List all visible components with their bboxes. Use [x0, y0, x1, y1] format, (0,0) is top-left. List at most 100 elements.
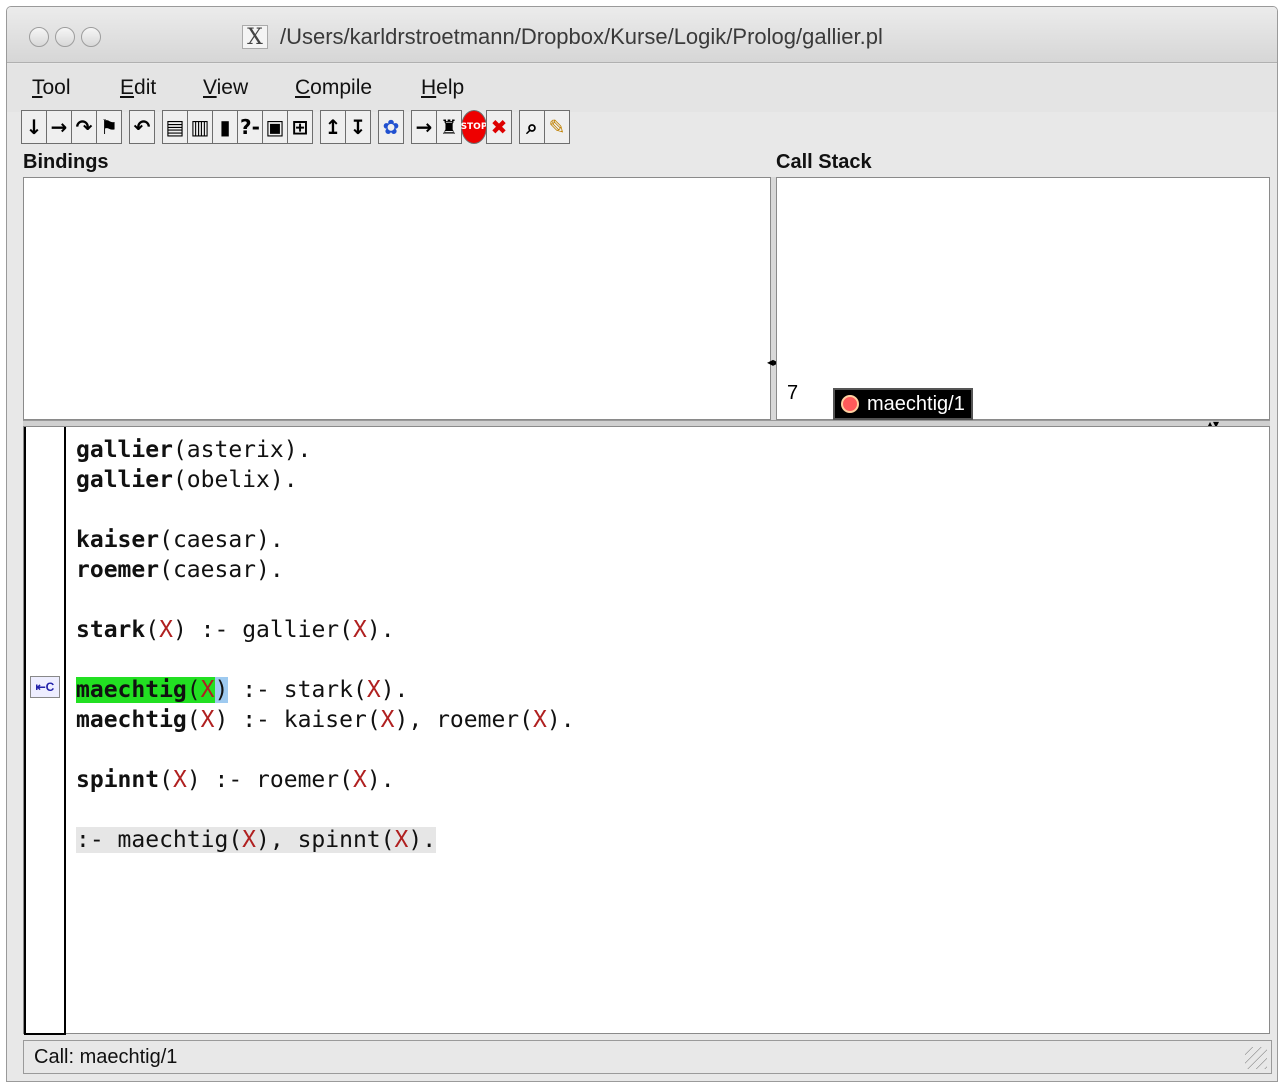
butterfly-icon: ✿	[382, 115, 400, 139]
code-token: (	[159, 767, 173, 793]
code-token: maechtig	[76, 677, 187, 703]
call-stack-frame-label: maechtig/1	[867, 392, 965, 415]
step-into-button[interactable]: ↓	[21, 110, 47, 144]
code-line[interactable]: spinnt(X) :- roemer(X).	[76, 765, 395, 795]
code-token: X	[200, 707, 215, 733]
leap-icon: →	[415, 115, 433, 139]
edit-icon: ▤	[165, 115, 185, 139]
frame-icon: ⊞	[291, 115, 309, 139]
undo-icon: ↶	[133, 115, 151, 139]
window-title: X /Users/karldrstroetmann/Dropbox/Kurse/…	[242, 24, 883, 50]
step-into-icon: ↓	[25, 115, 43, 139]
console-button[interactable]: ▣	[262, 110, 288, 144]
toolbar-group: ⌕ ✎	[519, 110, 570, 146]
code-token: X	[533, 707, 547, 733]
abort-button[interactable]: ✖	[486, 110, 512, 144]
menu-edit[interactable]: Edit	[120, 76, 156, 100]
stop-icon: STOP	[460, 122, 488, 132]
x11-icon: X	[242, 25, 268, 50]
code-token: ).	[546, 707, 575, 733]
console-icon: ▣	[265, 115, 285, 139]
menu-tool[interactable]: Tool	[32, 76, 71, 100]
breakpoint-button[interactable]: ▥	[187, 110, 213, 144]
code-line[interactable]: maechtig(X) :- kaiser(X), roemer(X).	[76, 705, 575, 735]
code-line[interactable]: stark(X) :- gallier(X).	[76, 615, 395, 645]
toolbar: ↓ → ↷ ⚑ ↶ ▤ ▥ ▮ ?- ▣ ⊞ ↥ ↧ ✿ → ♜ STOP ✖ ⌕ ✎	[21, 110, 577, 146]
code-token: (asterix).	[172, 437, 312, 463]
code-token: X	[380, 707, 395, 733]
code-token: X	[394, 827, 409, 853]
pause-button[interactable]: ▮	[212, 110, 238, 144]
edit-button[interactable]: ▤	[162, 110, 188, 144]
pencil-icon: ✎	[548, 115, 566, 139]
code-token: X	[352, 617, 367, 643]
call-stack-pane[interactable]: 7 maechtig/1	[776, 177, 1270, 420]
search-icon: ⌕	[526, 115, 538, 139]
code-token: X	[352, 767, 367, 793]
code-line[interactable]: gallier(asterix).	[76, 435, 311, 465]
bindings-label: Bindings	[23, 151, 109, 173]
leap-button[interactable]: →	[411, 110, 437, 144]
call-stack-frame[interactable]: maechtig/1	[833, 388, 973, 420]
up-icon: ↥	[324, 115, 342, 139]
spy-button[interactable]: ♜	[436, 110, 462, 144]
title-bar: X /Users/karldrstroetmann/Dropbox/Kurse/…	[7, 7, 1277, 63]
skip-icon: →	[50, 115, 68, 139]
code-token: (	[145, 617, 160, 643]
toolbar-group: → ♜ STOP ✖	[411, 110, 512, 146]
pencil-button[interactable]: ✎	[544, 110, 570, 144]
code-line[interactable]: :- maechtig(X), spinnt(X).	[76, 825, 437, 855]
bindings-pane[interactable]	[23, 177, 771, 420]
code-token: gallier	[76, 467, 173, 493]
toolbar-group: ✿	[378, 110, 404, 146]
code-token: (obelix).	[172, 467, 298, 493]
code-token: ).	[408, 827, 437, 853]
code-token: :- stark(	[228, 677, 367, 703]
up-button[interactable]: ↥	[320, 110, 346, 144]
menu-view[interactable]: View	[203, 76, 248, 100]
code-token: X	[242, 827, 257, 853]
menu-compile[interactable]: Compile	[295, 76, 372, 100]
code-token: ) :- gallier(	[172, 617, 353, 643]
code-token: ).	[366, 617, 395, 643]
pause-icon: ▮	[219, 115, 231, 139]
code-token: (caesar).	[159, 557, 284, 583]
code-token: kaiser	[76, 527, 160, 553]
down-button[interactable]: ↧	[345, 110, 371, 144]
resize-grip-icon[interactable]	[1245, 1047, 1267, 1069]
code-token: ), roemer(	[394, 707, 534, 733]
call-stack-label: Call Stack	[776, 151, 872, 173]
code-line[interactable]: kaiser(caesar).	[76, 525, 284, 555]
code-line[interactable]: maechtig(X) :- stark(X).	[76, 675, 408, 705]
toolbar-group: ↶	[129, 110, 155, 146]
undo-button[interactable]: ↶	[129, 110, 155, 144]
retry-marker-button[interactable]: ⚑	[96, 110, 122, 144]
menu-help[interactable]: Help	[421, 76, 464, 100]
minimize-window-button[interactable]	[55, 27, 75, 47]
search-button[interactable]: ⌕	[519, 110, 545, 144]
zoom-window-button[interactable]	[81, 27, 101, 47]
toolbar-group: ▤ ▥ ▮ ?- ▣ ⊞	[162, 110, 313, 146]
source-editor[interactable]: ⇤C gallier(asterix). gallier(obelix). kais…	[23, 426, 1270, 1035]
finish-icon: ↷	[75, 115, 93, 139]
finish-button[interactable]: ↷	[71, 110, 97, 144]
code-token: stark	[76, 617, 146, 643]
menu-bar: Tool Edit View Compile Help	[7, 64, 1277, 112]
code-line[interactable]: roemer(caesar).	[76, 555, 284, 585]
current-call-marker-icon: ⇤C	[30, 676, 60, 698]
code-token: ) :- roemer(	[186, 767, 353, 793]
query-icon: ?-	[240, 115, 260, 139]
code-token: X	[159, 617, 173, 643]
stop-button[interactable]: STOP	[461, 110, 487, 144]
code-token: ) :- kaiser(	[214, 707, 381, 733]
code-line[interactable]: gallier(obelix).	[76, 465, 298, 495]
call-stack-depth: 7	[787, 382, 799, 404]
query-button[interactable]: ?-	[237, 110, 263, 144]
status-bar: Call: maechtig/1	[23, 1040, 1272, 1074]
close-window-button[interactable]	[29, 27, 49, 47]
skip-button[interactable]: →	[46, 110, 72, 144]
toolbar-group: ↓ → ↷ ⚑	[21, 110, 122, 146]
code-token: gallier	[76, 437, 173, 463]
frame-button[interactable]: ⊞	[287, 110, 313, 144]
butterfly-button[interactable]: ✿	[378, 110, 404, 144]
